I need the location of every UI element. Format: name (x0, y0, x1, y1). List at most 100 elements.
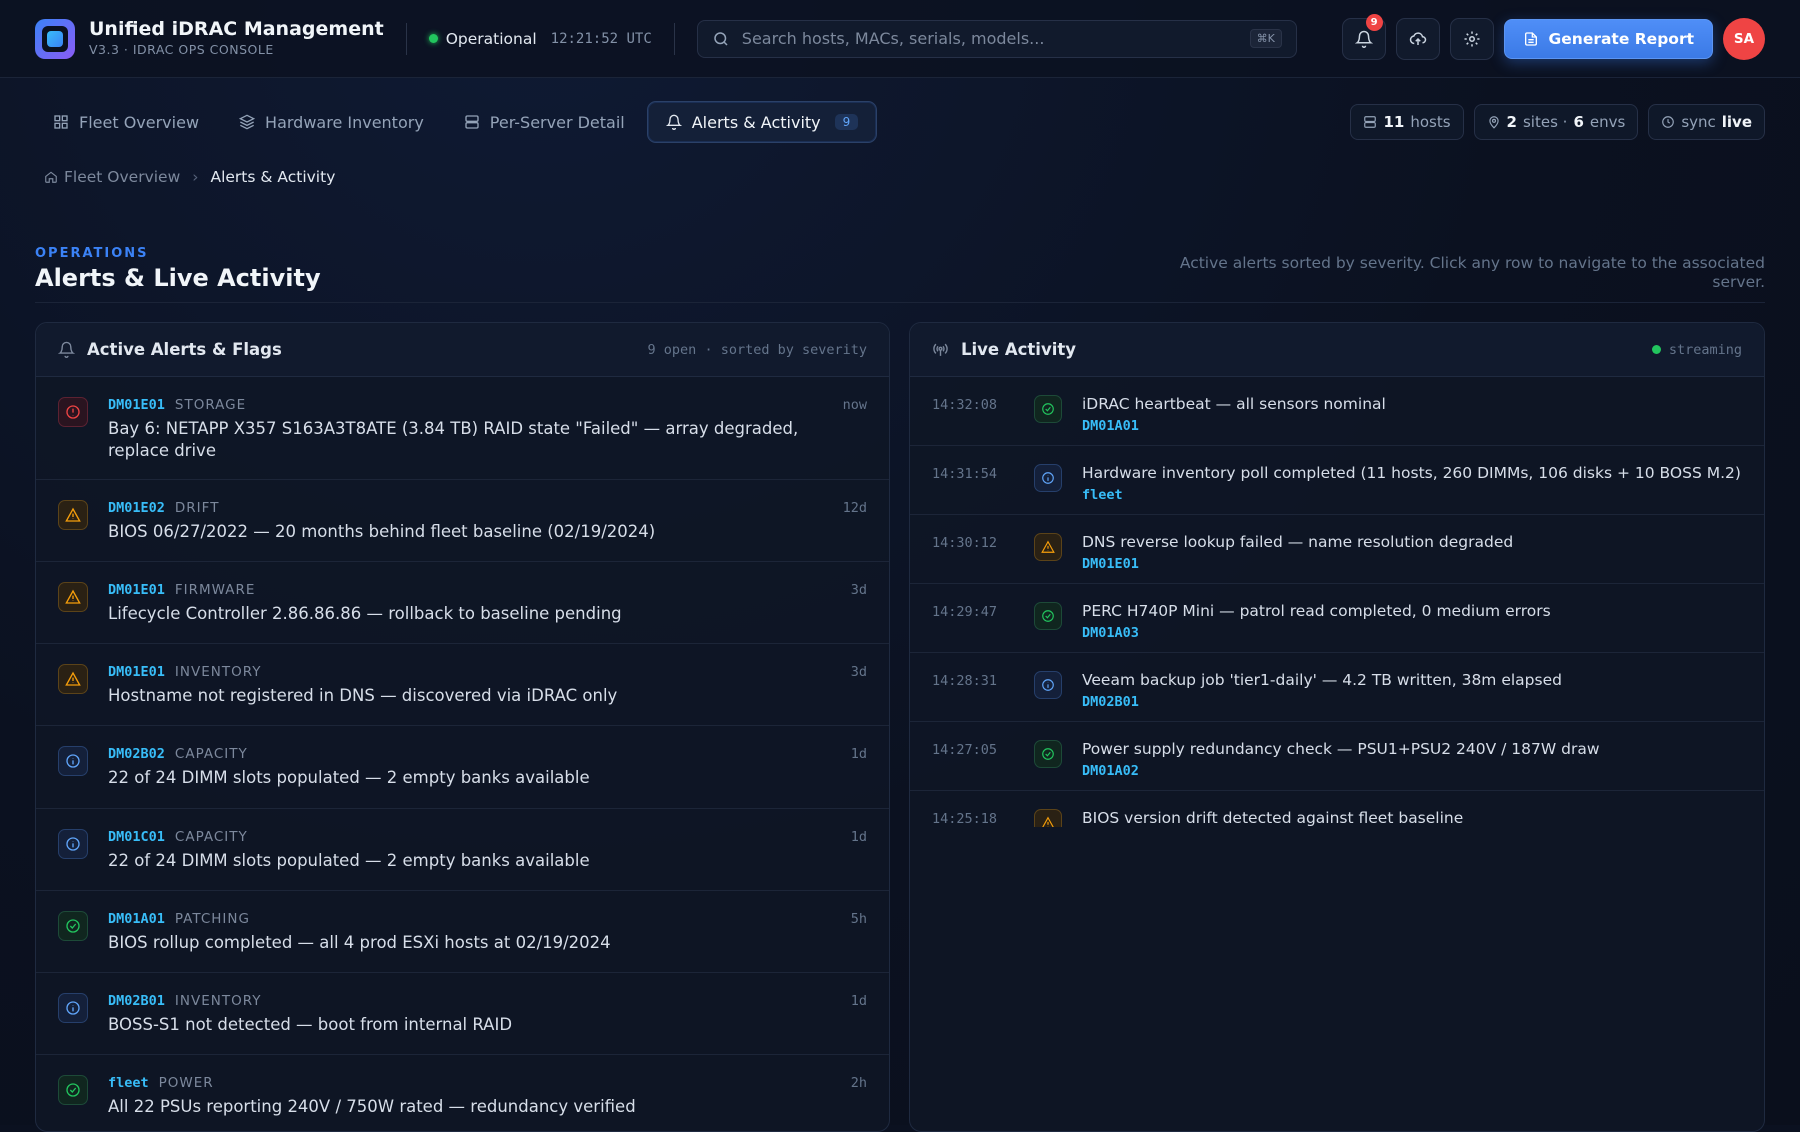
alert-row[interactable]: DM01E01 INVENTORY Hostname not registered … (36, 644, 889, 727)
sync-value: live (1721, 113, 1752, 131)
home-icon (45, 171, 57, 183)
severity-badge (58, 910, 88, 941)
activity-host[interactable]: DM01E01 (1082, 556, 1742, 572)
check-circle-icon (1042, 610, 1054, 622)
alerts-panel-header: Active Alerts & Flags 9 open · sorted by… (36, 323, 889, 377)
activity-message: Hardware inventory poll completed (11 ho… (1082, 464, 1741, 482)
tab-label: Per-Server Detail (489, 112, 625, 132)
activity-host[interactable]: DM01A02 (1082, 763, 1742, 779)
bell-icon (665, 114, 682, 130)
activity-message: BIOS version drift detected against flee… (1082, 809, 1464, 827)
alert-row[interactable]: DM01C01 CAPACITY 22 of 24 DIMM slots popul… (36, 809, 889, 891)
alert-category: FIRMWARE (174, 581, 256, 598)
warning-triangle-icon (65, 507, 81, 522)
tab-fleet-overview[interactable]: Fleet Overview (35, 101, 217, 143)
check-circle-icon (1042, 403, 1054, 415)
status-clock: 12:21:52 UTC (550, 30, 652, 47)
alert-message: Lifecycle Controller 2.86.86.86 — rollba… (108, 603, 622, 623)
alert-age: 1d (850, 993, 867, 1010)
activity-time: 14:27:05 (932, 742, 998, 758)
cloud-upload-icon (1409, 31, 1426, 45)
breadcrumb-home[interactable]: Fleet Overview (44, 168, 180, 186)
alert-message: All 22 PSUs reporting 240V / 750W rated … (108, 1097, 636, 1117)
check-circle-icon (66, 919, 80, 933)
alert-host[interactable]: DM01A01 (108, 911, 165, 927)
hosts-label: hosts (1410, 113, 1451, 131)
alert-row[interactable]: DM02B02 CAPACITY 22 of 24 DIMM slots popul… (36, 726, 889, 809)
activity-row[interactable]: 14:25:18 BIOS version drift detected agai… (910, 791, 1764, 827)
alert-host[interactable]: DM02B01 (108, 993, 165, 1009)
activity-row[interactable]: 14:32:08 iDRAC heartbeat — all sensors no… (910, 377, 1764, 446)
alert-host[interactable]: DM02B02 (108, 746, 165, 762)
alert-row[interactable]: DM01E02 DRIFT BIOS 06/27/2022 — 20 months … (36, 480, 889, 562)
alert-age: 1d (850, 828, 867, 845)
search-input[interactable] (741, 29, 1238, 48)
alert-row[interactable]: fleet POWER All 22 PSUs reporting 240V / 7… (36, 1055, 889, 1131)
alert-age: 3d (850, 581, 867, 598)
user-avatar[interactable]: SA (1723, 17, 1765, 60)
activity-host[interactable]: DM01A01 (1082, 418, 1742, 434)
activity-row[interactable]: 14:29:47 PERC H740P Mini — patrol read co… (910, 584, 1764, 653)
activity-row[interactable]: 14:30:12 DNS reverse lookup failed — name… (910, 515, 1764, 584)
tab-label: Alerts & Activity (691, 112, 821, 132)
alert-host[interactable]: DM01C01 (108, 829, 165, 845)
activity-host[interactable]: DM02B01 (1082, 694, 1742, 710)
alert-circle-icon (66, 405, 80, 419)
activity-time: 14:29:47 (932, 604, 998, 620)
alert-host[interactable]: DM01E01 (108, 397, 165, 413)
alert-message: 22 of 24 DIMM slots populated — 2 empty … (108, 768, 590, 788)
alert-age: 12d (842, 499, 867, 516)
activity-time: 14:28:31 (932, 673, 998, 689)
activity-type-badge (1034, 671, 1062, 699)
sync-chip: sync live (1648, 104, 1765, 140)
main-tabs: Fleet Overview Hardware Inventory Per-Se… (35, 101, 1765, 143)
activity-row[interactable]: 14:27:05 Power supply redundancy check — … (910, 722, 1764, 791)
tab-label: Hardware Inventory (265, 112, 424, 132)
alert-message: Hostname not registered in DNS — discove… (108, 686, 618, 706)
alert-host[interactable]: DM01E01 (108, 582, 165, 598)
document-icon (1524, 31, 1537, 46)
search-shortcut: ⌘K (1249, 29, 1282, 48)
info-circle-icon (66, 754, 80, 768)
activity-host[interactable]: DM01A03 (1082, 625, 1742, 641)
activity-message: PERC H740P Mini — patrol read completed,… (1082, 602, 1551, 620)
breadcrumb: Fleet Overview › Alerts & Activity (44, 168, 335, 186)
envs-count: 6 (1573, 113, 1584, 131)
server-icon (1364, 116, 1377, 128)
alert-row[interactable]: DM01E01 FIRMWARE Lifecycle Controller 2.86… (36, 562, 889, 645)
tab-per-server-detail[interactable]: Per-Server Detail (446, 101, 643, 143)
notifications-button[interactable]: 9 (1341, 13, 1386, 60)
top-bar: Unified iDRAC Management V3.3 · IDRAC OP… (0, 0, 1800, 78)
alert-row[interactable]: DM01A01 PATCHING BIOS rollup completed — a… (36, 891, 889, 974)
alert-host[interactable]: DM01E01 (108, 664, 165, 680)
alert-category: CAPACITY (174, 746, 248, 763)
alert-host[interactable]: DM01E02 (108, 500, 165, 516)
info-circle-icon (1042, 472, 1054, 484)
activity-time: 14:25:18 (932, 811, 998, 827)
warning-triangle-icon (1042, 816, 1054, 827)
activity-message: DNS reverse lookup failed — name resolut… (1082, 533, 1514, 551)
hosts-count: 11 (1383, 113, 1405, 131)
activity-panel: Live Activity streaming 14:32:08 iDRAC he… (909, 322, 1765, 1132)
severity-badge (58, 397, 88, 427)
warning-triangle-icon (1041, 540, 1055, 553)
generate-report-button[interactable]: Generate Report (1503, 18, 1713, 59)
activity-host[interactable]: fleet (1082, 487, 1742, 503)
activity-row[interactable]: 14:28:31 Veeam backup job 'tier1-daily' —… (910, 653, 1764, 722)
severity-badge (58, 828, 88, 859)
tab-alerts-activity[interactable]: Alerts & Activity 9 (646, 101, 878, 143)
settings-button[interactable] (1449, 17, 1494, 60)
divider (673, 22, 675, 55)
broadcast-icon (933, 343, 948, 356)
alert-row[interactable]: DM02B01 INVENTORY BOSS-S1 not detected — b… (36, 973, 889, 1056)
activity-row[interactable]: 14:31:54 Hardware inventory poll complete… (910, 446, 1764, 515)
app-subtitle: V3.3 · IDRAC OPS CONSOLE (89, 42, 274, 58)
upload-button[interactable] (1395, 17, 1440, 60)
tab-hardware-inventory[interactable]: Hardware Inventory (221, 101, 442, 143)
activity-time: 14:31:54 (932, 466, 998, 482)
notification-count-badge: 9 (1365, 13, 1383, 31)
alert-row[interactable]: DM01E01 STORAGE Bay 6: NETAPP X357 S163A3T… (36, 377, 889, 480)
alert-host[interactable]: fleet (108, 1075, 149, 1091)
search-box[interactable]: ⌘K (696, 19, 1297, 58)
sync-label: sync (1681, 113, 1716, 131)
